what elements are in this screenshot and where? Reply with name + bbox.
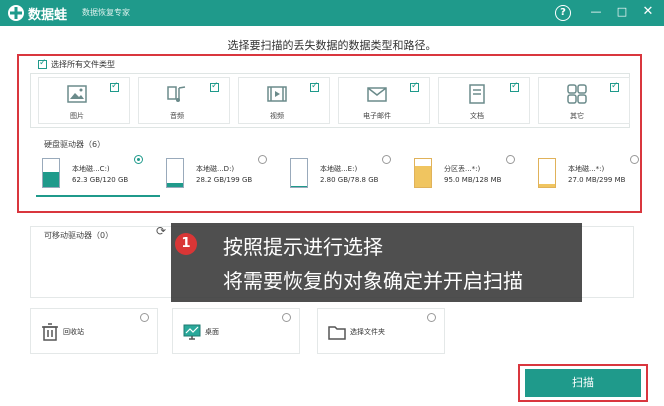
- drive-size: 62.3 GB/120 GB: [72, 176, 129, 184]
- scan-button[interactable]: 扫描: [525, 369, 641, 397]
- drive-usage-fill: [43, 172, 59, 187]
- drive-name: 本地磁...C:): [72, 165, 110, 173]
- select-all-checkbox[interactable]: 选择所有文件类型: [38, 58, 115, 70]
- maximize-button[interactable]: □: [614, 5, 630, 21]
- hdd-section-label: 硬盘驱动器（6）: [44, 140, 106, 149]
- radio-icon: [506, 155, 515, 164]
- drive-e[interactable]: 本地磁...E:) 2.80 GB/78.8 GB: [290, 154, 408, 196]
- drive-name: 本地磁...*:): [568, 165, 605, 173]
- email-icon: [367, 87, 387, 102]
- radio-icon: [427, 313, 436, 322]
- file-type-audio[interactable]: 音频: [138, 77, 230, 124]
- drive-icon: [414, 158, 432, 188]
- radio-icon: [140, 313, 149, 322]
- checkbox-icon: [610, 81, 619, 92]
- tooltip-line-1: 按照提示进行选择: [223, 235, 383, 259]
- refresh-icon[interactable]: ⟳: [156, 224, 166, 238]
- help-button[interactable]: ?: [555, 5, 571, 21]
- location-recycle-bin[interactable]: 回收站: [30, 308, 158, 354]
- folder-icon: [328, 326, 346, 340]
- location-desktop[interactable]: 桌面: [172, 308, 300, 354]
- drive-size: 27.0 MB/299 MB: [568, 176, 626, 184]
- radio-icon: [134, 155, 143, 164]
- file-type-label: 音频: [170, 112, 184, 120]
- drive-usage-fill: [291, 185, 307, 187]
- checkbox-icon: [110, 81, 119, 92]
- drive-name: 本地磁...D:): [196, 165, 235, 173]
- drive-usage-fill: [415, 166, 431, 187]
- titlebar: 数据蛙 数据恢复专家 ? — □ ✕: [0, 0, 664, 26]
- tooltip-line-2: 将需要恢复的对象确定并开启扫描: [223, 269, 523, 293]
- selected-drive-underline: [36, 195, 160, 197]
- radio-icon: [282, 313, 291, 322]
- music-icon: [167, 86, 186, 102]
- drive-c[interactable]: 本地磁...C:) 62.3 GB/120 GB: [42, 154, 160, 196]
- close-button[interactable]: ✕: [640, 5, 656, 21]
- drive-name: 本地磁...E:): [320, 165, 358, 173]
- radio-icon: [630, 155, 639, 164]
- drive-d[interactable]: 本地磁...D:) 28.2 GB/199 GB: [166, 154, 284, 196]
- file-type-label: 其它: [570, 112, 584, 120]
- file-type-video[interactable]: 视频: [238, 77, 330, 124]
- file-type-label: 电子邮件: [363, 112, 391, 120]
- file-type-label: 图片: [70, 112, 84, 120]
- drive-name: 分区丢...*:): [444, 165, 481, 173]
- step-number-badge: 1: [175, 233, 197, 255]
- video-icon: [267, 86, 287, 102]
- checkbox-icon: [310, 81, 319, 92]
- file-type-label: 视频: [270, 112, 284, 120]
- drive-lost-partition[interactable]: 分区丢...*:) 95.0 MB/128 MB: [414, 154, 532, 196]
- file-type-image[interactable]: 图片: [38, 77, 130, 124]
- radio-icon: [382, 155, 391, 164]
- drive-size: 95.0 MB/128 MB: [444, 176, 502, 184]
- image-icon: [67, 85, 87, 103]
- recycle-bin-icon: [42, 323, 58, 341]
- location-label: 桌面: [205, 328, 219, 336]
- app-name: 数据蛙: [28, 8, 68, 23]
- drive-icon: [166, 158, 184, 188]
- select-all-label: 选择所有文件类型: [51, 60, 115, 69]
- file-type-other[interactable]: 其它: [538, 77, 630, 124]
- drive-usage-fill: [539, 184, 555, 187]
- desktop-icon: [183, 324, 201, 340]
- other-icon: [567, 84, 587, 104]
- checkbox-icon: [38, 58, 47, 69]
- checkbox-icon: [410, 81, 419, 92]
- checkbox-icon: [210, 81, 219, 92]
- location-label: 选择文件夹: [350, 328, 385, 336]
- minimize-button[interactable]: —: [588, 5, 604, 21]
- checkbox-icon: [510, 81, 519, 92]
- document-icon: [469, 84, 485, 104]
- location-label: 回收站: [63, 328, 84, 336]
- file-type-label: 文档: [470, 112, 484, 120]
- file-type-document[interactable]: 文档: [438, 77, 530, 124]
- drive-icon: [42, 158, 60, 188]
- removable-section-label: 可移动驱动器（0）: [44, 231, 114, 240]
- instruction-text: 选择要扫描的丢失数据的数据类型和路径。: [227, 39, 437, 52]
- drive-local-unknown[interactable]: 本地磁...*:) 27.0 MB/299 MB: [538, 154, 656, 196]
- file-type-email[interactable]: 电子邮件: [338, 77, 430, 124]
- app-subtitle: 数据恢复专家: [82, 8, 130, 17]
- drive-icon: [290, 158, 308, 188]
- drive-usage-fill: [167, 183, 183, 187]
- drive-size: 28.2 GB/199 GB: [196, 176, 253, 184]
- radio-icon: [258, 155, 267, 164]
- location-choose-folder[interactable]: 选择文件夹: [317, 308, 445, 354]
- drive-icon: [538, 158, 556, 188]
- drive-size: 2.80 GB/78.8 GB: [320, 176, 379, 184]
- instruction-tooltip: 1 按照提示进行选择 将需要恢复的对象确定并开启扫描: [171, 223, 582, 302]
- frog-logo-icon: [8, 5, 24, 21]
